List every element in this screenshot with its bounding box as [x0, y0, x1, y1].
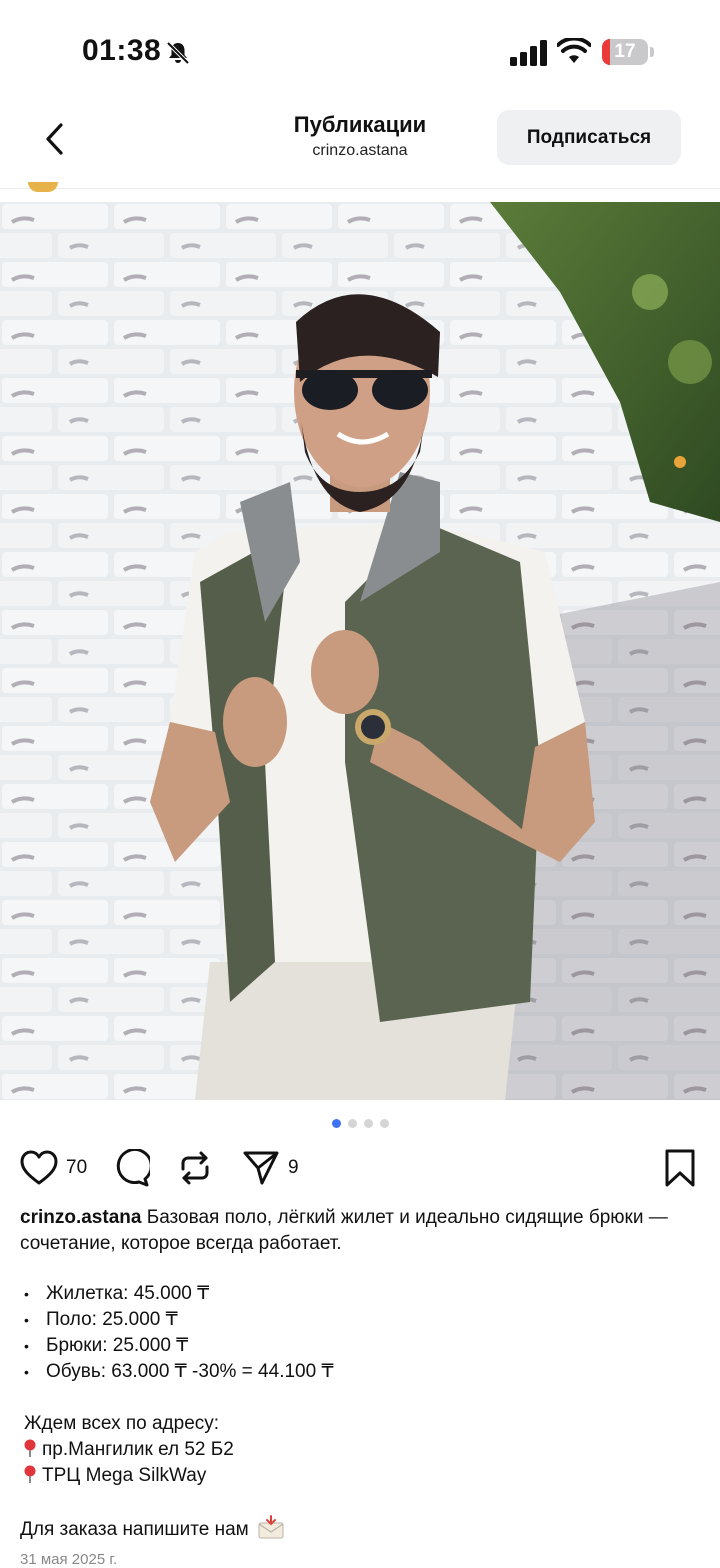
battery-indicator: 17 — [602, 39, 648, 65]
price-item: • Поло: 25.000 ₸ — [24, 1307, 334, 1333]
caption-username[interactable]: crinzo.astana — [20, 1207, 141, 1228]
avatar — [28, 182, 58, 192]
address-line: ТРЦ Mega SilkWay — [24, 1463, 234, 1489]
envelope-icon — [258, 1515, 284, 1539]
price-text: Брюки: 25.000 ₸ — [46, 1335, 189, 1356]
subscribe-button[interactable]: Подписаться — [497, 110, 681, 165]
price-text: Обувь: 63.000 ₸ -30% = 44.100 ₸ — [46, 1361, 334, 1382]
order-line: Для заказа напишите нам — [20, 1515, 284, 1543]
address-block: Ждем всех по адресу: пр.Мангилик ел 52 Б… — [24, 1411, 234, 1489]
carousel-dot — [331, 1119, 341, 1128]
status-bar: 01:38 17 — [0, 0, 720, 100]
price-item: • Жилетка: 45.000 ₸ — [24, 1281, 334, 1307]
post-image — [0, 202, 720, 1100]
pin-icon — [24, 1465, 36, 1483]
address-text: пр.Мангилик ел 52 Б2 — [42, 1439, 234, 1460]
wifi-icon — [557, 38, 591, 63]
bullet: • — [24, 1364, 29, 1380]
status-time: 01:38 — [82, 34, 162, 67]
nav-header: Публикации crinzo.astana Подписаться — [0, 100, 720, 189]
carousel-dot — [363, 1119, 373, 1128]
price-item: • Брюки: 25.000 ₸ — [24, 1333, 334, 1359]
carousel-dot — [347, 1119, 357, 1128]
share-button[interactable]: 9 — [242, 1146, 299, 1190]
save-button[interactable] — [662, 1148, 698, 1193]
like-button[interactable]: 70 — [20, 1146, 87, 1190]
paper-plane-icon — [243, 1151, 279, 1185]
heart-icon — [20, 1150, 58, 1185]
battery-level: 17 — [614, 41, 636, 62]
bookmark-icon — [665, 1149, 695, 1187]
order-text: Для заказа напишите нам — [20, 1519, 249, 1540]
price-text: Жилетка: 45.000 ₸ — [46, 1283, 210, 1304]
carousel-indicator — [0, 1119, 720, 1128]
bell-slash-icon — [166, 41, 190, 65]
battery-nub — [650, 47, 654, 57]
cellular-signal-icon — [510, 40, 547, 66]
like-count: 70 — [66, 1157, 88, 1178]
comment-button[interactable] — [112, 1146, 150, 1190]
action-bar: 70 9 — [0, 1146, 720, 1192]
post-photo[interactable] — [0, 202, 720, 1100]
repost-button[interactable] — [176, 1146, 214, 1190]
bullet: • — [24, 1338, 29, 1354]
address-text: ТРЦ Mega SilkWay — [42, 1465, 207, 1486]
bullet: • — [24, 1312, 29, 1328]
repost-icon — [181, 1151, 209, 1185]
pin-icon — [24, 1439, 36, 1457]
price-text: Поло: 25.000 ₸ — [46, 1309, 178, 1330]
bullet: • — [24, 1286, 29, 1302]
carousel-dot — [379, 1119, 389, 1128]
speech-bubble-icon — [116, 1149, 150, 1187]
price-list: • Жилетка: 45.000 ₸ • Поло: 25.000 ₸ • Брюк… — [24, 1281, 334, 1385]
address-intro: Ждем всех по адресу: — [24, 1413, 220, 1434]
post-caption: crinzo.astana Базовая поло, лёгкий жилет… — [20, 1205, 710, 1257]
share-count: 9 — [288, 1157, 299, 1178]
price-item: • Обувь: 63.000 ₸ -30% = 44.100 ₸ — [24, 1359, 334, 1385]
address-line: пр.Мангилик ел 52 Б2 — [24, 1437, 234, 1463]
post-date: 31 мая 2025 г. — [20, 1551, 118, 1568]
